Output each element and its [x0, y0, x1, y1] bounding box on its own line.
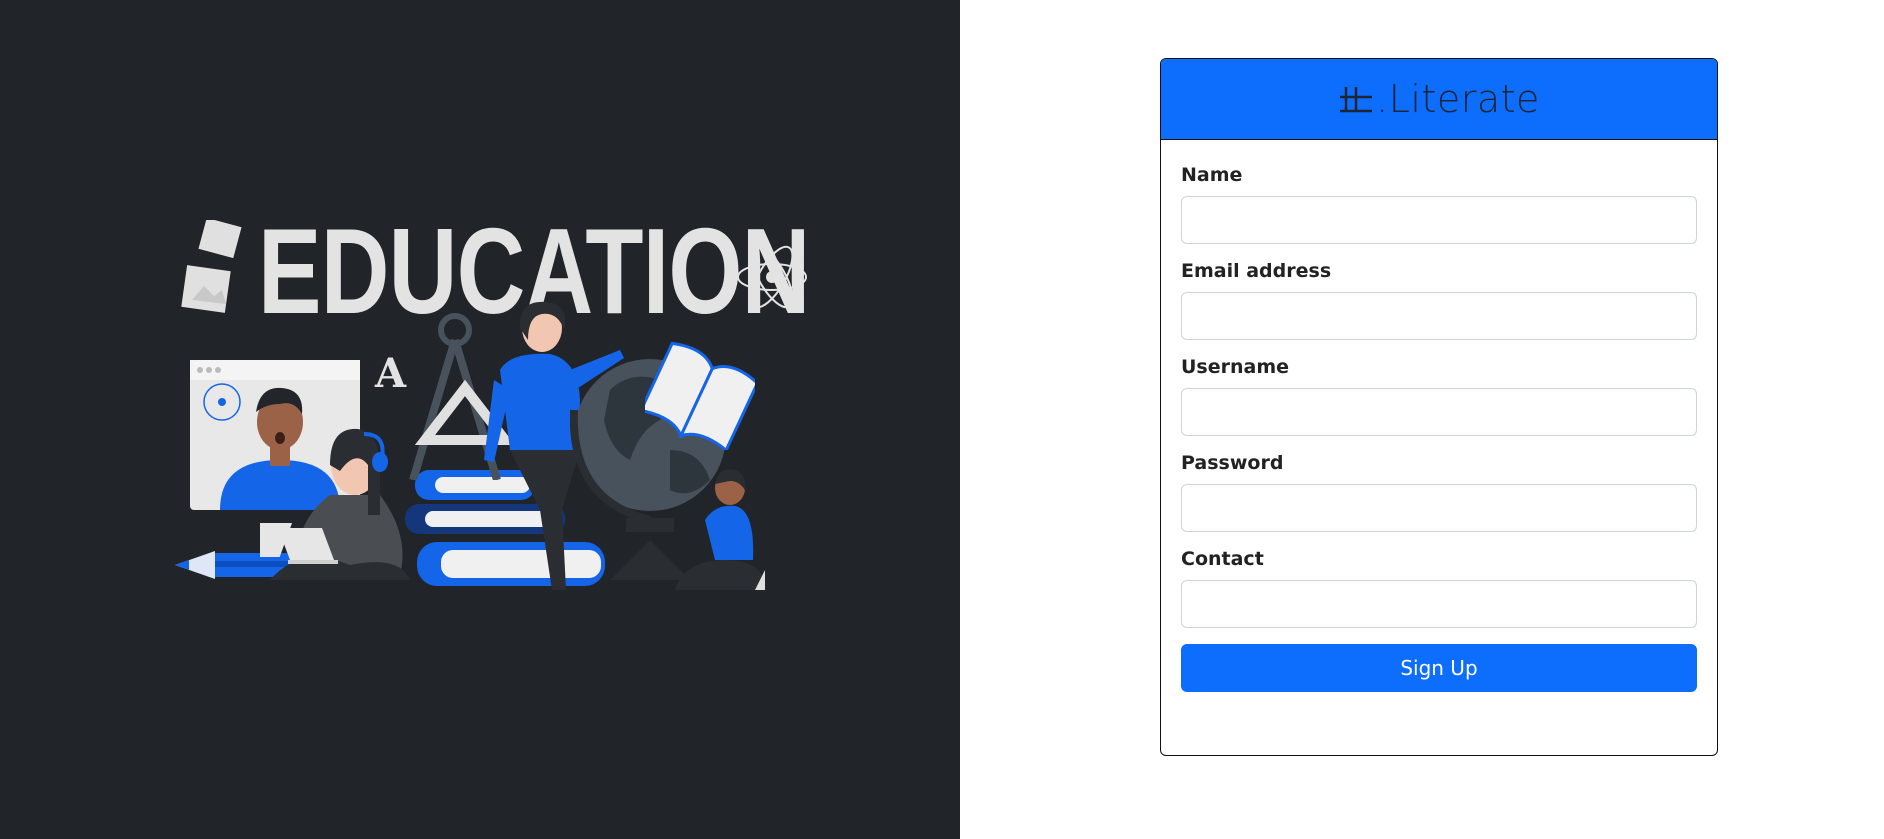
email-input[interactable] — [1181, 292, 1697, 340]
signup-panel: .Literate Name Email address Username Pa… — [960, 0, 1884, 839]
signup-form: Name Email address Username Password Con… — [1161, 140, 1717, 692]
hero-panel: EDUCATION A — [0, 0, 960, 839]
laptop-icon — [278, 528, 338, 564]
username-input[interactable] — [1181, 388, 1697, 436]
headphones-icon — [363, 432, 388, 472]
education-illustration: EDUCATION A — [170, 210, 810, 600]
card-header: .Literate — [1161, 59, 1717, 140]
photo-cards-icon — [181, 220, 242, 313]
username-label: Username — [1181, 356, 1290, 378]
contact-input[interactable] — [1181, 580, 1697, 628]
logo-mark-icon — [1340, 87, 1373, 113]
sign-up-button[interactable]: Sign Up — [1181, 644, 1697, 692]
contact-label: Contact — [1181, 548, 1264, 570]
name-input[interactable] — [1181, 196, 1697, 244]
brand-logo: .Literate — [1338, 77, 1540, 121]
email-label: Email address — [1181, 260, 1332, 282]
password-input[interactable] — [1181, 484, 1697, 532]
signup-card: .Literate Name Email address Username Pa… — [1160, 58, 1718, 756]
atom-icon — [737, 245, 807, 309]
brand-name: .Literate — [1376, 77, 1540, 121]
letter-a: A — [375, 350, 407, 397]
child-figure — [675, 469, 765, 590]
open-book-icon — [645, 341, 755, 450]
password-label: Password — [1181, 452, 1284, 474]
name-label: Name — [1181, 164, 1243, 186]
